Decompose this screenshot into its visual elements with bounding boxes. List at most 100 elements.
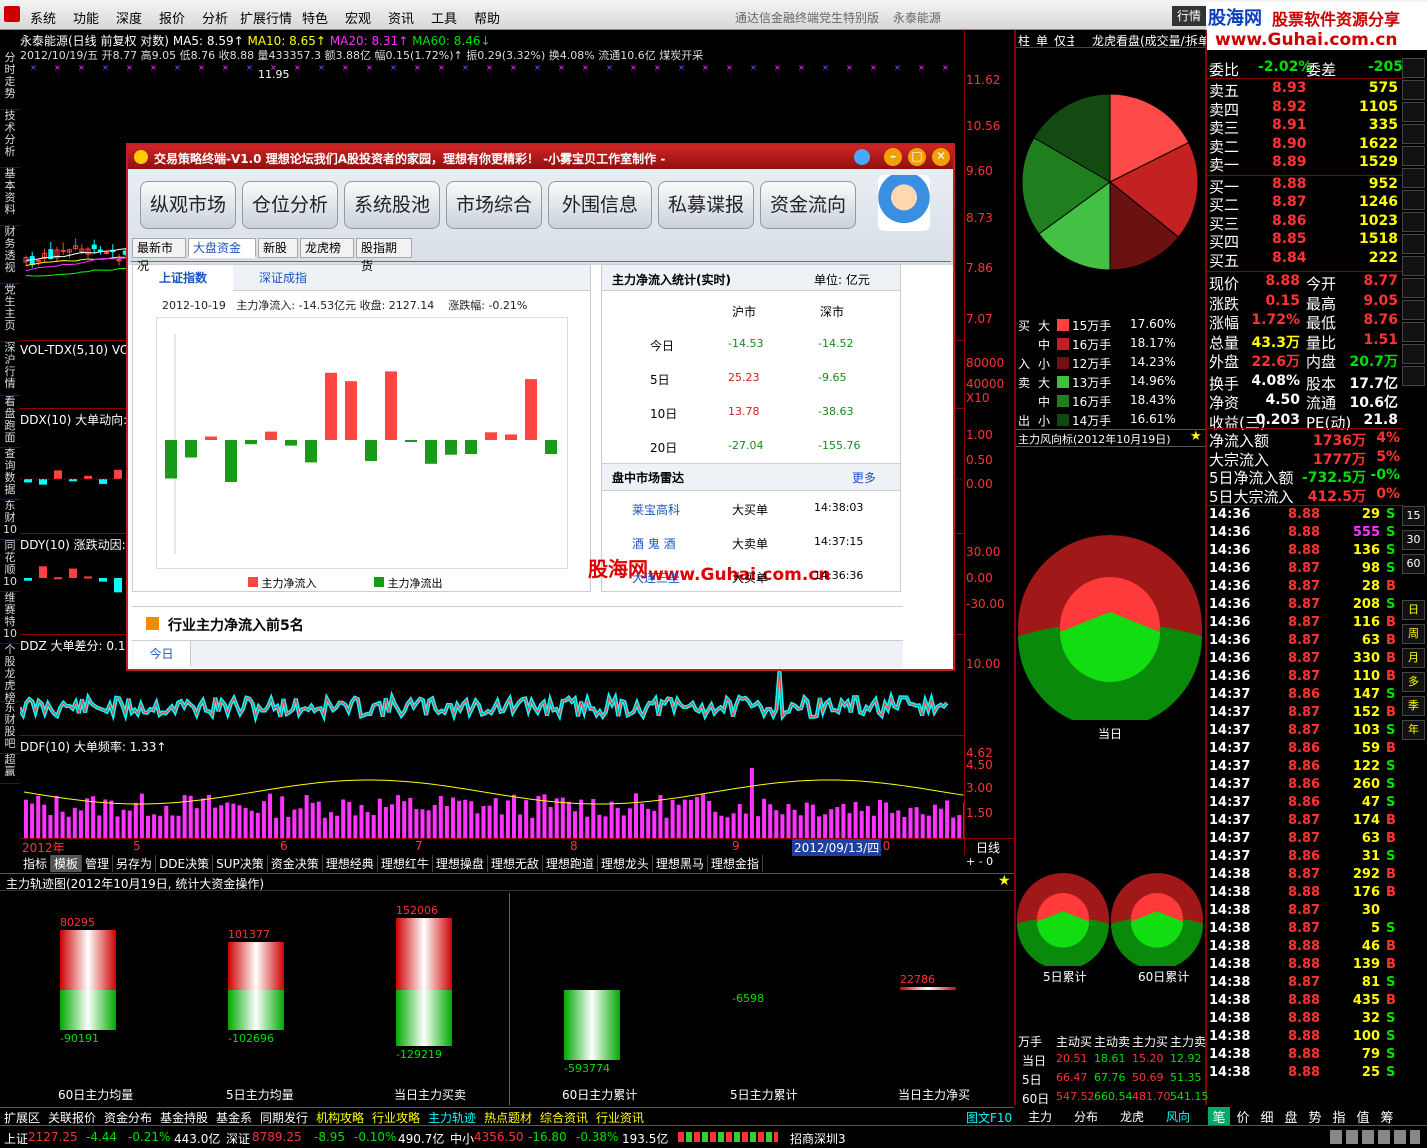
big-button-0[interactable]: 纵观市场 xyxy=(140,181,236,229)
right-bottom-tab-3[interactable]: 风向 xyxy=(1166,1108,1190,1125)
tab-industry-today[interactable]: 今日 xyxy=(133,641,191,667)
dialog-subtab-3[interactable]: 龙虎榜 xyxy=(300,238,354,258)
detail-tab-2[interactable]: 细 xyxy=(1256,1107,1278,1126)
indicator-tab-3[interactable]: 另存为 xyxy=(113,855,157,872)
left-tab-7[interactable]: 查询数据 xyxy=(0,448,20,500)
func-tab-8[interactable]: 主力轨迹 xyxy=(428,1109,476,1126)
menu-0[interactable]: 系统 xyxy=(30,8,56,27)
nav-num-0[interactable]: 15 xyxy=(1402,506,1425,526)
menu-1[interactable]: 功能 xyxy=(73,8,99,27)
right-top-tab-1[interactable]: 单 xyxy=(1036,32,1048,49)
indicator-tab-8[interactable]: 理想红牛 xyxy=(378,855,433,872)
detail-tab-4[interactable]: 势 xyxy=(1304,1107,1326,1126)
left-tab-9[interactable]: 同花顺10 xyxy=(0,540,20,592)
indicator-tab-11[interactable]: 理想跑道 xyxy=(543,855,598,872)
compare-icon[interactable] xyxy=(1402,300,1425,320)
indicator-tab-1[interactable]: 模板 xyxy=(51,855,83,872)
tray-icons[interactable] xyxy=(1330,1130,1420,1144)
ob-bids-price-3[interactable]: 8.85 xyxy=(1272,231,1307,247)
indicator-tab-14[interactable]: 理想金指 xyxy=(708,855,763,872)
detail-tab-7[interactable]: 筹 xyxy=(1376,1107,1398,1126)
left-tab-0[interactable]: 分时走势 xyxy=(0,52,20,110)
menu-10[interactable]: 帮助 xyxy=(474,8,500,27)
bars-icon[interactable] xyxy=(1402,256,1425,276)
indicator-tab-13[interactable]: 理想黑马 xyxy=(653,855,708,872)
nav-period-2[interactable]: 月 xyxy=(1402,648,1425,668)
nav-period-1[interactable]: 周 xyxy=(1402,624,1425,644)
ob-bids-price-0[interactable]: 8.88 xyxy=(1272,176,1307,192)
detail-tab-3[interactable]: 盘 xyxy=(1280,1107,1302,1126)
nav-period-4[interactable]: 季 xyxy=(1402,696,1425,716)
right-top-tab-4[interactable]: 拆单 xyxy=(1186,32,1206,49)
ob-asks-price-4[interactable]: 8.89 xyxy=(1272,154,1307,170)
dialog-settings-icon[interactable] xyxy=(854,149,870,165)
news-icon[interactable] xyxy=(1402,168,1425,188)
indicator-tab-12[interactable]: 理想龙头 xyxy=(598,855,653,872)
chip-icon[interactable] xyxy=(1402,234,1425,254)
detail-tab-5[interactable]: 指 xyxy=(1328,1107,1350,1126)
calc-icon[interactable] xyxy=(1402,190,1425,210)
left-tab-3[interactable]: 财务透视 xyxy=(0,226,20,284)
ob-bids-price-1[interactable]: 8.87 xyxy=(1272,194,1307,210)
func-tab-11[interactable]: 行业资讯 xyxy=(596,1109,644,1126)
func-tab-3[interactable]: 基金持股 xyxy=(160,1109,208,1126)
big-button-4[interactable]: 外围信息 xyxy=(548,181,652,229)
right-bottom-tab-2[interactable]: 龙虎 xyxy=(1120,1108,1144,1125)
func-tab-4[interactable]: 基金系 xyxy=(216,1109,252,1126)
menu-9[interactable]: 工具 xyxy=(431,8,457,27)
tab-shenzhen-index[interactable]: 深证成指 xyxy=(233,265,333,291)
big-button-6[interactable]: 资金流向 xyxy=(760,181,856,229)
right-top-tab-3[interactable]: 龙虎看盘(成交量/按 xyxy=(1092,32,1186,49)
menu-4[interactable]: 分析 xyxy=(202,8,228,27)
func-tab-6[interactable]: 机构攻略 xyxy=(316,1109,364,1126)
ob-bids-price-2[interactable]: 8.86 xyxy=(1272,213,1307,229)
windvane-today-chart[interactable] xyxy=(1016,535,1205,720)
detail-tab-6[interactable]: 值 xyxy=(1352,1107,1374,1126)
dialog-subtab-1[interactable]: 大盘资金 xyxy=(188,238,256,258)
left-tab-4[interactable]: 党生主页 xyxy=(0,284,20,342)
zoom-icon[interactable] xyxy=(1402,344,1425,364)
left-tab-10[interactable]: 维赛特10 xyxy=(0,592,20,644)
dialog-subtab-4[interactable]: 股指期货 xyxy=(356,238,412,273)
f10-icon[interactable] xyxy=(1402,146,1425,166)
left-tab-13[interactable]: 超赢 xyxy=(0,754,20,784)
func-tab-7[interactable]: 行业攻略 xyxy=(372,1109,420,1126)
dialog-maximize-icon[interactable]: □ xyxy=(908,148,926,166)
big-button-5[interactable]: 私募谍报 xyxy=(658,181,754,229)
func-tab-1[interactable]: 关联报价 xyxy=(48,1109,96,1126)
left-tab-8[interactable]: 东财10 xyxy=(0,500,20,540)
ob-bids-price-4[interactable]: 8.84 xyxy=(1272,250,1307,266)
right-top-tab-0[interactable]: 柱 xyxy=(1018,32,1030,49)
func-tab-5[interactable]: 同期发行 xyxy=(260,1109,308,1126)
windvane-5d-chart[interactable] xyxy=(1016,872,1110,966)
left-tab-11[interactable]: 个股龙虎榜 xyxy=(0,644,20,704)
detail-tab-0[interactable]: 笔 xyxy=(1208,1107,1230,1126)
crosshair-icon[interactable] xyxy=(1402,322,1425,342)
indicator-tab-6[interactable]: 资金决策 xyxy=(268,855,323,872)
func-tab-10[interactable]: 综合资讯 xyxy=(540,1109,588,1126)
period-label[interactable]: 日线 xyxy=(976,839,1000,856)
left-tab-1[interactable]: 技术分析 xyxy=(0,110,20,168)
broker-label[interactable]: 招商深圳3 xyxy=(790,1130,846,1147)
volume-pie-chart[interactable] xyxy=(1020,92,1200,272)
star-icon[interactable]: ★ xyxy=(998,873,1011,889)
windvane-60d-chart[interactable] xyxy=(1110,872,1204,966)
ddf-chart[interactable] xyxy=(20,752,964,838)
func-tab-9[interactable]: 热点题材 xyxy=(484,1109,532,1126)
ob-asks-price-1[interactable]: 8.92 xyxy=(1272,99,1307,115)
ob-asks-price-2[interactable]: 8.91 xyxy=(1272,117,1307,133)
func-tab-0[interactable]: 扩展区 xyxy=(4,1109,40,1126)
dialog-subtab-0[interactable]: 最新市况 xyxy=(132,238,186,273)
menu-6[interactable]: 特色 xyxy=(302,8,328,27)
dialog-minimize-icon[interactable]: – xyxy=(884,148,902,166)
windvane-star-icon[interactable]: ★ xyxy=(1190,429,1202,444)
app-logo-icon[interactable] xyxy=(4,6,20,22)
minute-icon[interactable] xyxy=(1402,80,1425,100)
indicator-tab-5[interactable]: SUP决策 xyxy=(213,855,268,872)
big-button-1[interactable]: 仓位分析 xyxy=(242,181,338,229)
indicator-tab-7[interactable]: 理想经典 xyxy=(323,855,378,872)
quote-button[interactable]: 行情 xyxy=(1172,6,1206,26)
func-tab-f10[interactable]: 图文F10 xyxy=(966,1109,1012,1126)
detail-tab-1[interactable]: 价 xyxy=(1232,1107,1254,1126)
nav-period-3[interactable]: 多 xyxy=(1402,672,1425,692)
